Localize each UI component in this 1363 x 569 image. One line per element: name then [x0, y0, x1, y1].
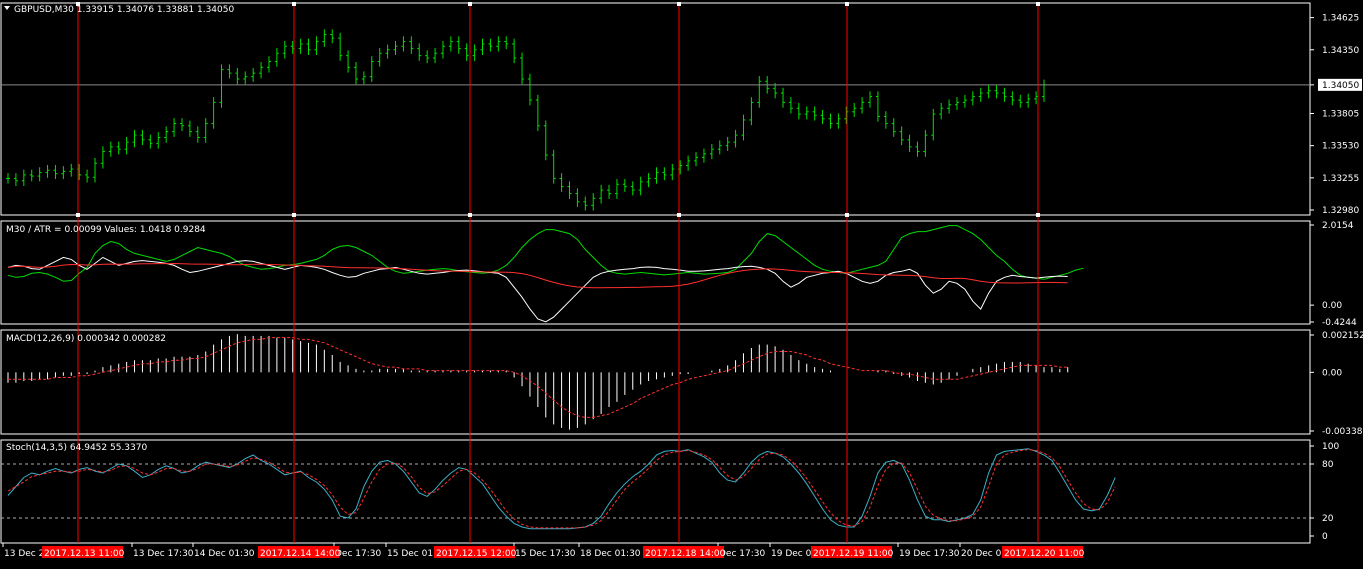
price-axis-label: 1.33805 — [1322, 110, 1359, 120]
event-time-label: 2017.12.15 12:00 — [436, 549, 517, 559]
atr-axis-label: 0.00 — [1322, 301, 1342, 311]
time-axis-label: 19 Dec 17:30 — [899, 549, 960, 559]
macd-axis-label: 0.00 — [1322, 368, 1342, 378]
atr-panel-frame — [0, 220, 1311, 325]
main-chart-header: GBPUSD,M30 1.33915 1.34076 1.33881 1.340… — [14, 5, 234, 15]
event-time-label: 2017.12.13 11:00 — [44, 549, 125, 559]
event-marker-handle — [1036, 2, 1040, 6]
event-marker-handle — [468, 2, 472, 6]
event-marker-handle — [677, 213, 681, 217]
time-axis-label: 19 Dec 0 — [771, 549, 812, 559]
macd-indicator-header: MACD(12,26,9) 0.000342 0.000282 — [6, 334, 166, 344]
event-marker-handle — [1036, 213, 1040, 217]
macd-axis-label: -0.003381 — [1322, 427, 1363, 437]
current-price-label: 1.34050 — [1322, 81, 1359, 91]
event-marker-handle — [845, 213, 849, 217]
chart-canvas[interactable]: 1.34625 1.34350 1.34050 1.33805 1.33530 1.332… — [0, 0, 1363, 565]
time-axis-label: 15 Dec 01: — [387, 549, 436, 559]
macd-axis-label: 0.002152 — [1322, 331, 1363, 341]
price-axis-label: 1.32980 — [1322, 206, 1359, 216]
atr-axis-label: -0.4244 — [1322, 318, 1357, 328]
stoch-indicator-header: Stoch(14,3,5) 64.9452 55.3370 — [6, 443, 147, 453]
time-axis-label: Dec 17:30 — [719, 549, 765, 559]
event-marker-handle — [468, 213, 472, 217]
price-axis-label: 1.33255 — [1322, 174, 1359, 184]
event-time-label: 2017.12.19 11:00 — [813, 549, 894, 559]
price-axis-label: 1.33530 — [1322, 142, 1359, 152]
event-marker-handle — [292, 213, 296, 217]
event-marker-handle — [845, 2, 849, 6]
time-axis-label: Dec 17:30 — [335, 549, 381, 559]
price-axis-label: 1.34625 — [1322, 14, 1359, 24]
stoch-axis-label: 80 — [1322, 460, 1334, 470]
macd-panel-frame — [0, 329, 1311, 435]
stoch-axis-label: 100 — [1322, 442, 1339, 452]
stoch-axis-label: 0 — [1322, 532, 1328, 542]
event-marker-handle — [677, 2, 681, 6]
time-axis-label: 18 Dec 01:30 — [580, 549, 641, 559]
event-time-label: 2017.12.20 11:00 — [1004, 549, 1085, 559]
stoch-axis-label: 20 — [1322, 514, 1334, 524]
event-time-label: 2017.12.14 14:00 — [260, 549, 341, 559]
atr-axis-label: 2.0154 — [1322, 221, 1354, 231]
time-axis-label: 20 Dec 0 — [961, 549, 1002, 559]
time-axis-label: 14 Dec 01:30 — [194, 549, 255, 559]
price-axis-label: 1.34350 — [1322, 46, 1359, 56]
event-marker-handle — [76, 213, 80, 217]
time-axis-label: 13 Dec 17:30 — [133, 549, 194, 559]
event-time-label: 2017.12.18 14:00 — [645, 549, 726, 559]
time-axis-label: 15 Dec 17:30 — [515, 549, 576, 559]
trading-chart[interactable]: 1.34625 1.34350 1.34050 1.33805 1.33530 1.332… — [0, 0, 1363, 565]
event-marker-handle — [292, 2, 296, 6]
main-panel-frame — [0, 2, 1311, 216]
atr-indicator-header: M30 / ATR = 0.00099 Values: 1.0418 0.928… — [6, 225, 206, 235]
time-axis-label: 13 Dec 2 — [4, 549, 44, 559]
